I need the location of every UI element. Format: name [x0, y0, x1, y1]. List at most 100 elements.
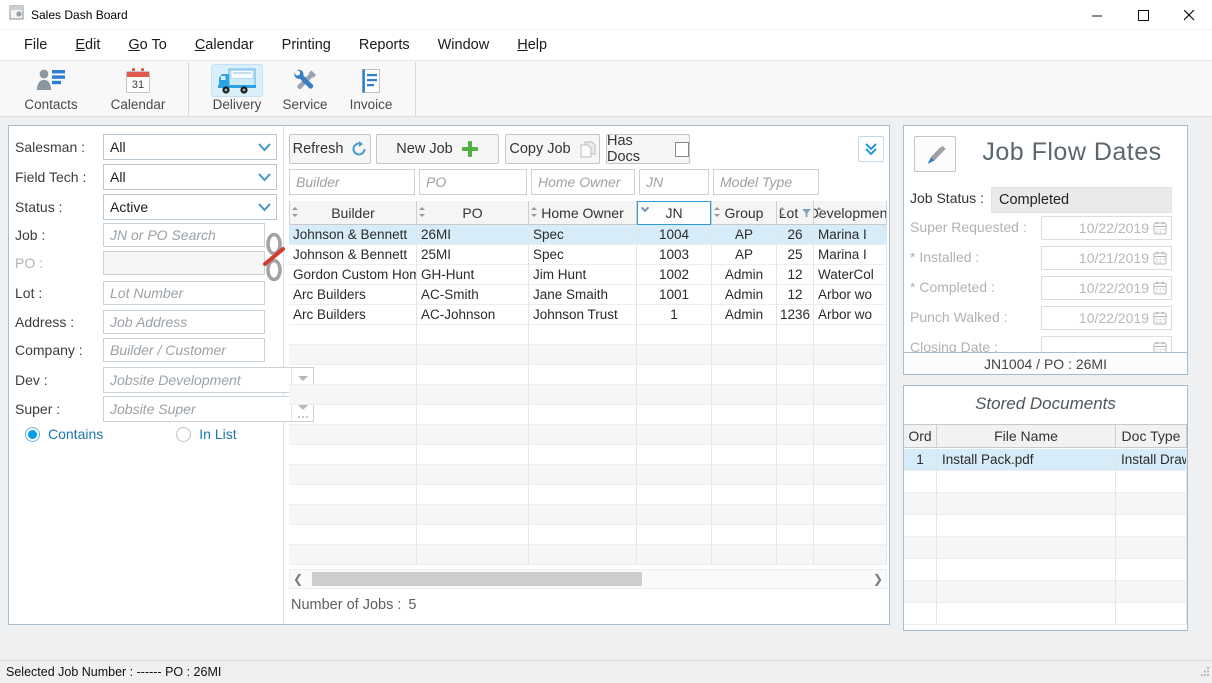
column-search-input-home-owner[interactable] — [531, 169, 635, 195]
edit-dates-button[interactable] — [914, 136, 956, 172]
calendar-button[interactable]: 31 Calendar — [100, 64, 176, 115]
document-row[interactable]: 1Install Pack.pdfInstall Drawings — [904, 449, 1187, 471]
service-button[interactable]: Service — [277, 64, 333, 115]
calendar-picker-icon[interactable] — [1153, 221, 1168, 236]
menu-item-window[interactable]: Window — [424, 30, 504, 60]
calendar-picker-icon[interactable] — [1153, 281, 1168, 296]
table-row[interactable]: Gordon Custom HomesGH-HuntJim Hunt1002Ad… — [289, 265, 887, 285]
menu-item-reports[interactable]: Reports — [345, 30, 424, 60]
grid-cell — [777, 445, 814, 465]
maximize-button[interactable] — [1120, 0, 1166, 30]
calendar-picker-icon[interactable] — [1153, 311, 1168, 326]
menu-item-go-to[interactable]: Go To — [114, 30, 180, 60]
column-search-input-po[interactable] — [419, 169, 527, 195]
empty-row[interactable] — [289, 485, 887, 505]
grid-cell: Spec — [529, 245, 637, 265]
has-docs-button[interactable]: Has Docs — [606, 134, 690, 164]
lot-input[interactable] — [103, 281, 265, 305]
column-search-input-model-type[interactable] — [713, 169, 819, 195]
empty-row[interactable] — [289, 325, 887, 345]
column-header-builder[interactable]: Builder — [289, 201, 417, 225]
empty-row[interactable] — [904, 603, 1187, 625]
menu-item-printing[interactable]: Printing — [268, 30, 345, 60]
date-field[interactable]: 10/22/2019 — [1041, 216, 1172, 240]
close-button[interactable] — [1166, 0, 1212, 30]
menu-item-edit[interactable]: Edit — [61, 30, 114, 60]
super-lookup[interactable] — [103, 396, 314, 422]
dev-input[interactable] — [104, 368, 291, 392]
empty-row[interactable] — [289, 385, 887, 405]
job-search-input[interactable] — [103, 223, 265, 247]
filter-funnel-icon[interactable] — [802, 209, 811, 218]
menu-item-help[interactable]: Help — [503, 30, 561, 60]
empty-row[interactable] — [289, 545, 887, 565]
doc-column-header-doc-type[interactable]: Doc Type — [1116, 425, 1187, 447]
inlist-radio[interactable]: In List — [176, 426, 236, 442]
minimize-button[interactable] — [1074, 0, 1120, 30]
empty-row[interactable] — [904, 471, 1187, 493]
column-header-po[interactable]: PO — [417, 201, 529, 225]
empty-row[interactable] — [289, 525, 887, 545]
contacts-button[interactable]: Contacts — [18, 64, 84, 115]
table-row[interactable]: Johnson & Bennett25MISpec1003AP25Marina … — [289, 245, 887, 265]
lot-label: Lot : — [15, 285, 103, 301]
address-input[interactable] — [103, 310, 265, 334]
table-row[interactable]: Johnson & Bennett26MISpec1004AP26Marina … — [289, 225, 887, 245]
super-input[interactable] — [104, 397, 291, 421]
column-header-development[interactable]: Development — [814, 201, 887, 225]
copy-job-button[interactable]: Copy Job — [505, 134, 600, 164]
resize-grip-icon[interactable] — [1200, 663, 1210, 681]
new-job-button[interactable]: New Job — [376, 134, 499, 164]
column-header-jn[interactable]: JN — [637, 201, 712, 225]
doc-column-header-file-name[interactable]: File Name — [937, 425, 1116, 447]
empty-row[interactable] — [904, 537, 1187, 559]
refresh-button[interactable]: Refresh — [289, 134, 371, 164]
column-search-input-jn[interactable] — [639, 169, 709, 195]
empty-row[interactable] — [289, 465, 887, 485]
scroll-right-icon[interactable]: ❯ — [870, 570, 886, 588]
date-field[interactable]: 10/22/2019 — [1041, 306, 1172, 330]
menu-item-file[interactable]: File — [10, 30, 61, 60]
empty-row[interactable] — [289, 405, 887, 425]
table-row[interactable]: Arc BuildersAC-JohnsonJohnson Trust1Admi… — [289, 305, 887, 325]
has-docs-checkbox[interactable] — [675, 142, 689, 157]
empty-row[interactable] — [904, 493, 1187, 515]
empty-row[interactable] — [289, 345, 887, 365]
delivery-button[interactable]: Delivery — [203, 64, 271, 115]
date-field[interactable]: 10/22/2019 — [1041, 276, 1172, 300]
empty-row[interactable] — [904, 559, 1187, 581]
chevron-down-icon[interactable] — [252, 135, 276, 159]
empty-row[interactable] — [904, 581, 1187, 603]
salesman-combo[interactable]: All — [103, 134, 277, 160]
expand-filters-button[interactable] — [858, 136, 884, 162]
column-header-lot[interactable]: Lot — [777, 201, 814, 225]
calendar-picker-icon[interactable] — [1153, 251, 1168, 266]
dev-lookup[interactable] — [103, 367, 314, 393]
menu-item-calendar[interactable]: Calendar — [181, 30, 268, 60]
scrollbar-track[interactable] — [306, 570, 870, 588]
contains-radio[interactable]: Contains — [25, 426, 103, 442]
fieldtech-combo[interactable]: All — [103, 164, 277, 190]
company-input[interactable] — [103, 338, 265, 362]
status-combo[interactable]: Active — [103, 194, 277, 220]
column-search-input-builder[interactable] — [289, 169, 415, 195]
invoice-button[interactable]: Invoice — [341, 64, 401, 115]
doc-column-header-ord[interactable]: Ord — [904, 425, 937, 447]
empty-row[interactable] — [289, 445, 887, 465]
scrollbar-thumb[interactable] — [312, 572, 642, 586]
date-field[interactable]: 10/21/2019 — [1041, 246, 1172, 270]
grid-cell: 26MI — [417, 225, 529, 245]
table-row[interactable]: Arc BuildersAC-SmithJane Smaith1001Admin… — [289, 285, 887, 305]
column-header-home-owner[interactable]: Home Owner — [529, 201, 637, 225]
horizontal-scrollbar[interactable]: ❮ ❯ — [289, 569, 887, 589]
empty-row[interactable] — [289, 505, 887, 525]
empty-row[interactable] — [289, 365, 887, 385]
scroll-left-icon[interactable]: ❮ — [290, 570, 306, 588]
column-header-group[interactable]: Group — [712, 201, 777, 225]
chevron-down-icon[interactable] — [252, 195, 276, 219]
empty-row[interactable] — [289, 425, 887, 445]
empty-row[interactable] — [904, 515, 1187, 537]
window-title: Sales Dash Board — [31, 8, 128, 22]
chevron-down-icon[interactable] — [252, 165, 276, 189]
po-input[interactable] — [103, 251, 265, 275]
